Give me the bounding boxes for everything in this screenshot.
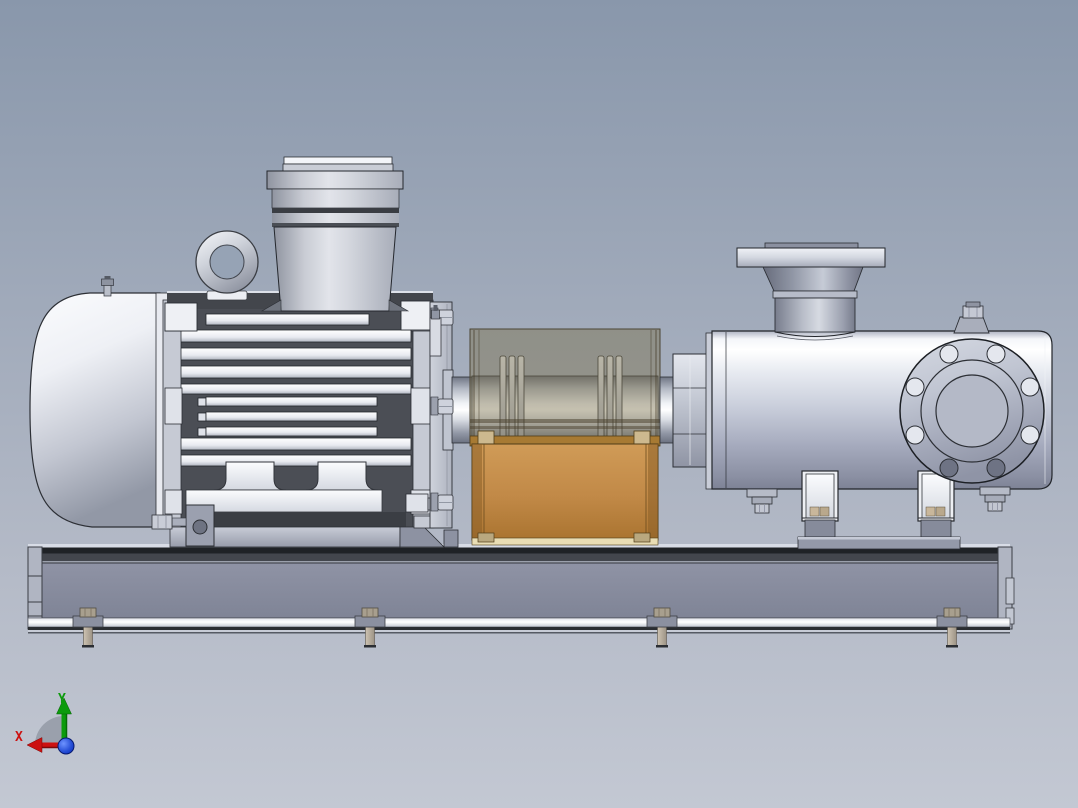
baseplate[interactable] (27, 544, 1015, 648)
grease-pipe (429, 305, 442, 357)
motor-terminal-box[interactable] (260, 156, 410, 312)
flange-bolt-hole (939, 458, 959, 478)
end-shield-bolt (430, 396, 454, 416)
triad-y-label: Y (58, 692, 66, 707)
flange-bolt-hole (1020, 425, 1040, 445)
flange-bolt-hole (986, 458, 1006, 478)
cad-viewport[interactable]: Y X (0, 0, 1078, 808)
flange-bolt-hole (939, 344, 959, 364)
pump-foot-pad (797, 536, 961, 550)
pump-foot (801, 470, 839, 538)
guard-lower-panel (469, 430, 661, 546)
baseplate-left-endcap (27, 546, 43, 630)
baseplate-web (27, 562, 1011, 619)
baseplate-right-endcap (997, 546, 1015, 630)
pump-end-flange[interactable] (899, 338, 1045, 484)
pump-foot (917, 470, 955, 538)
end-shield-bolt (430, 492, 454, 512)
pump-bearing-hub (672, 353, 709, 468)
flange-bolt-hole (905, 425, 925, 445)
triad-z-axis[interactable] (57, 737, 75, 755)
motor-fan-cover[interactable] (29, 276, 170, 528)
motor-cooling-fins[interactable] (169, 313, 412, 467)
baseplate-bottom-flange (27, 617, 1011, 628)
triad-x-label: X (15, 730, 23, 745)
pump-shaft (659, 376, 675, 444)
motor-frame-left-ring (162, 299, 183, 529)
coupling-guard[interactable] (469, 328, 661, 546)
guard-window (469, 328, 661, 442)
flange-bolt-hole (986, 344, 1006, 364)
flange-bolt-hole (1020, 377, 1040, 397)
flange-bolt-hole (905, 377, 925, 397)
